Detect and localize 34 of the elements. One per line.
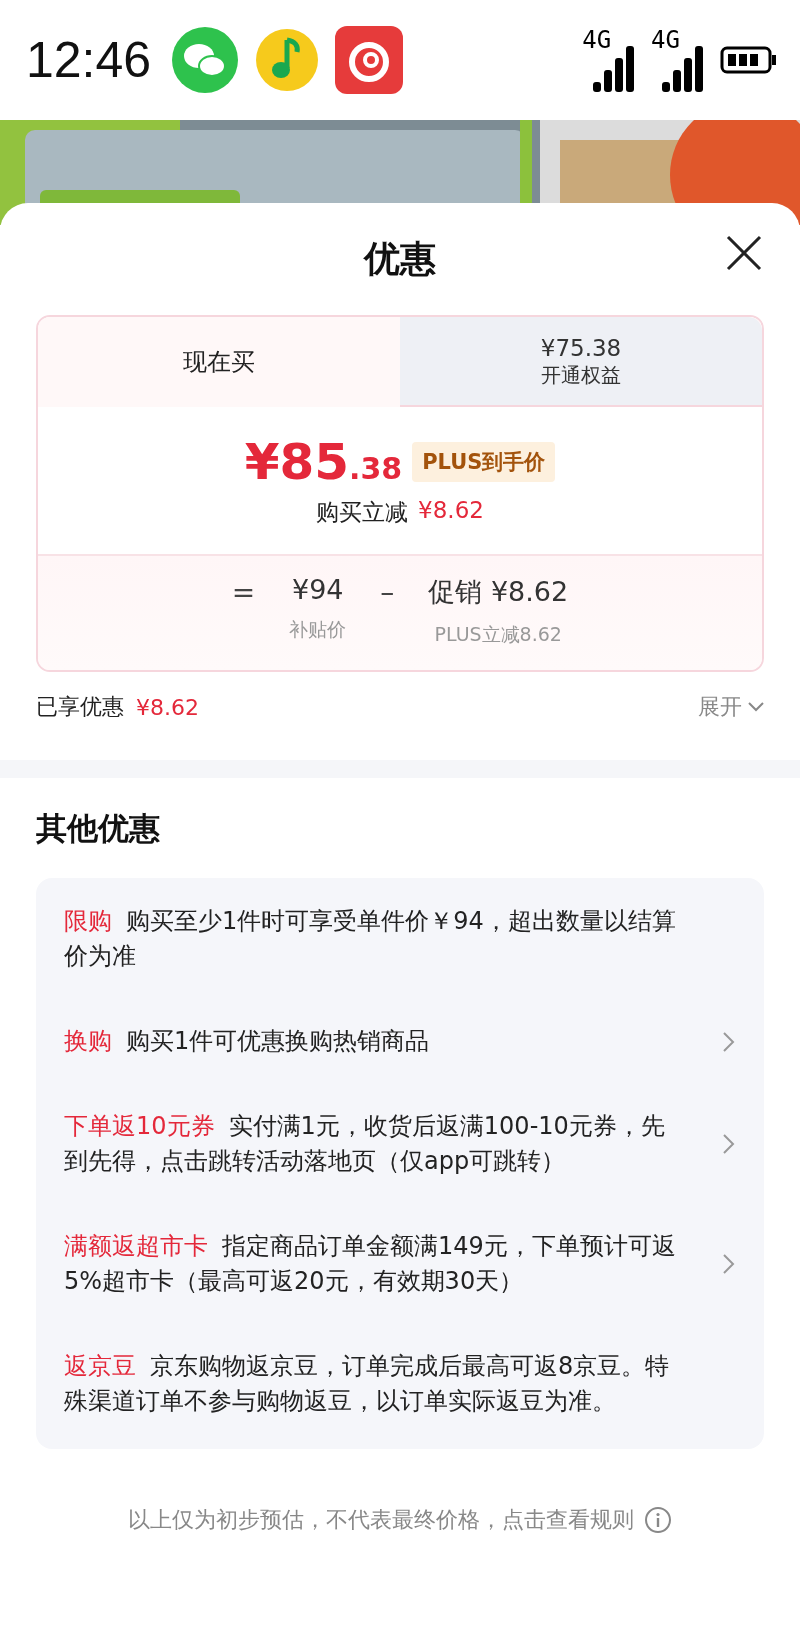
price-tab[interactable]: ¥75.38 开通权益 bbox=[400, 317, 762, 407]
minus-sign: – bbox=[380, 576, 395, 611]
offer-text[interactable]: 下单返10元券 实付满1元，收货后返满100-10元券，先到先得，点击跳转活动落地页（仅app可跳转） bbox=[64, 1109, 706, 1179]
enjoyed-label: 已享优惠 bbox=[36, 693, 124, 721]
saving-value: ¥8.62 bbox=[418, 497, 484, 525]
chat-app-icon bbox=[171, 26, 240, 94]
disclaimer-text[interactable]: 以上仅为初步预估，不代表最终价格，点击查看规则 bbox=[128, 1505, 634, 1535]
offer-text: 限购 购买至少1件时可享受单件价￥94，超出数量以结算价为准 bbox=[64, 906, 677, 972]
price-badge: PLUS到手价 bbox=[412, 442, 556, 482]
base-price-label: 补贴价 bbox=[289, 617, 347, 642]
chevron-right-icon[interactable] bbox=[722, 1253, 736, 1275]
expand-button[interactable]: 展开 bbox=[698, 692, 764, 722]
music-app-icon bbox=[335, 26, 404, 94]
promo-amount: 促销 ¥8.62 bbox=[428, 575, 569, 609]
battery-icon bbox=[720, 45, 778, 75]
close-icon[interactable] bbox=[726, 235, 762, 271]
sheet-title: 优惠 bbox=[364, 236, 436, 281]
network-label: 4G bbox=[582, 28, 612, 52]
section-title: 其他优惠 bbox=[36, 809, 161, 848]
chevron-down-icon bbox=[748, 702, 764, 712]
offer-text[interactable]: 满额返超市卡 指定商品订单金额满149元，下单预计可返5%超市卡（最高可返20元，有效期30天） bbox=[64, 1229, 706, 1299]
promo-note: PLUS立减8.62 bbox=[434, 622, 562, 647]
chevron-right-icon[interactable] bbox=[722, 1133, 736, 1155]
final-price: ¥85.38 bbox=[244, 433, 403, 491]
chevron-right-icon[interactable] bbox=[722, 1030, 736, 1053]
saving-label: 购买立减 bbox=[316, 498, 409, 527]
info-icon[interactable] bbox=[644, 1506, 672, 1534]
base-price: ¥94 bbox=[292, 574, 344, 605]
offer-text[interactable]: 换购 购买1件可优惠换购热销商品 bbox=[64, 1024, 706, 1059]
enjoyed-value: ¥8.62 bbox=[136, 694, 199, 720]
clock: 12:46 bbox=[26, 31, 152, 89]
offer-text: 返京豆 京东购物返京豆，订单完成后最高可返8京豆。特殊渠道订单不参与购物返豆，以订单实际返豆为准。 bbox=[64, 1351, 671, 1417]
equals-sign: = bbox=[231, 576, 256, 611]
network-label: 4G bbox=[651, 28, 680, 52]
